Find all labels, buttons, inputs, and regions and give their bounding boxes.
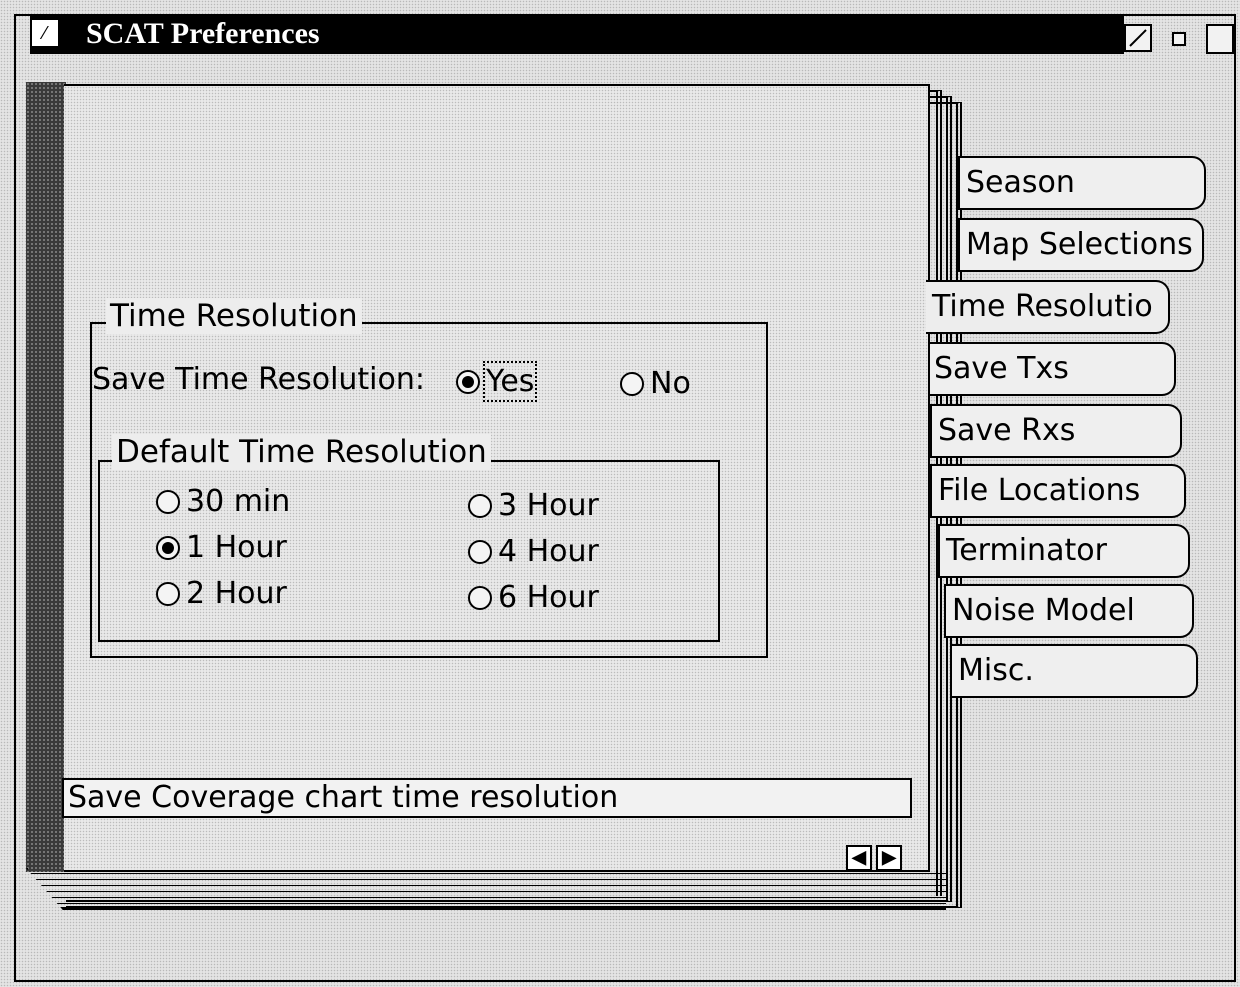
option-label: 3 Hour xyxy=(498,488,599,523)
tab-label: Misc. xyxy=(958,653,1034,688)
radio-selected-icon xyxy=(156,535,180,560)
tab-time-resolution[interactable]: Time Resolutio xyxy=(926,280,1170,334)
title-bar[interactable]: SCAT Preferences xyxy=(30,14,1124,54)
notebook-binding xyxy=(26,82,66,872)
tab-file-locations[interactable]: File Locations xyxy=(930,464,1186,518)
maximize-icon[interactable] xyxy=(1206,24,1234,54)
option-1-hour[interactable]: 1 Hour xyxy=(156,530,287,565)
radio-unselected-icon xyxy=(156,489,180,514)
tab-label: Save Txs xyxy=(934,351,1069,386)
tab-season[interactable]: Season xyxy=(958,156,1206,210)
option-30-min[interactable]: 30 min xyxy=(156,484,290,519)
tab-label: Time Resolutio xyxy=(932,289,1153,324)
window-title: SCAT Preferences xyxy=(86,17,320,50)
tab-label: Save Rxs xyxy=(938,413,1076,448)
option-label: 6 Hour xyxy=(498,580,599,615)
tab-noise-model[interactable]: Noise Model xyxy=(944,584,1194,638)
save-no-radio[interactable]: No xyxy=(620,366,691,401)
save-yes-radio[interactable]: Yes xyxy=(456,361,538,402)
notebook-bottom-edge xyxy=(26,868,946,910)
tab-terminator[interactable]: Terminator xyxy=(938,524,1190,578)
tab-label: Noise Model xyxy=(952,593,1135,628)
option-label: 2 Hour xyxy=(186,576,287,611)
radio-unselected-icon xyxy=(620,371,644,396)
save-time-resolution-label: Save Time Resolution: xyxy=(92,362,425,397)
save-no-label: No xyxy=(650,366,691,401)
minimize-icon[interactable] xyxy=(1124,24,1152,52)
radio-unselected-icon xyxy=(468,493,492,518)
save-yes-label: Yes xyxy=(482,361,538,402)
option-label: 30 min xyxy=(186,484,291,519)
restore-icon[interactable] xyxy=(1172,32,1186,46)
tab-misc[interactable]: Misc. xyxy=(950,644,1198,698)
option-4-hour[interactable]: 4 Hour xyxy=(468,534,599,569)
arrow-right-icon[interactable]: ▶ xyxy=(876,845,902,871)
time-resolution-group-title: Time Resolution xyxy=(106,298,362,334)
option-label: 4 Hour xyxy=(498,534,599,569)
tab-label: Terminator xyxy=(946,533,1107,568)
radio-unselected-icon xyxy=(156,581,180,606)
tab-label: Map Selections xyxy=(966,227,1193,262)
radio-selected-icon xyxy=(456,369,480,394)
tab-label: Season xyxy=(966,165,1075,200)
option-3-hour[interactable]: 3 Hour xyxy=(468,488,599,523)
radio-unselected-icon xyxy=(468,539,492,564)
status-message: Save Coverage chart time resolution xyxy=(62,778,912,818)
minimize-glyph-icon xyxy=(1129,29,1147,47)
tab-save-txs[interactable]: Save Txs xyxy=(926,342,1176,396)
radio-unselected-icon xyxy=(468,585,492,610)
default-time-resolution-title: Default Time Resolution xyxy=(112,434,491,470)
tab-label: File Locations xyxy=(938,473,1141,508)
arrow-left-icon[interactable]: ◀ xyxy=(846,845,872,871)
option-label: 1 Hour xyxy=(186,530,287,565)
option-6-hour[interactable]: 6 Hour xyxy=(468,580,599,615)
tab-map-selections[interactable]: Map Selections xyxy=(958,218,1204,272)
option-2-hour[interactable]: 2 Hour xyxy=(156,576,287,611)
window-menu-icon[interactable]: ⁄ xyxy=(30,18,60,48)
tab-save-rxs[interactable]: Save Rxs xyxy=(930,404,1182,458)
